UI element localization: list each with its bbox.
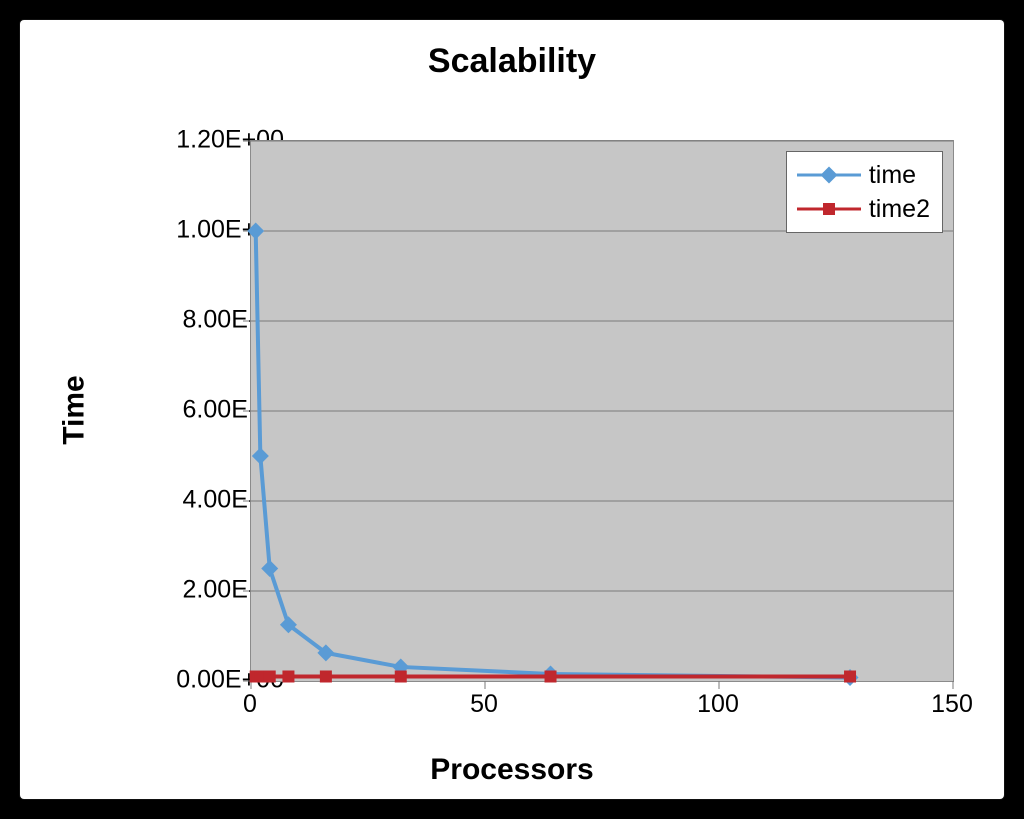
legend-item-time: time [797,158,930,192]
legend: time time2 [786,151,943,233]
legend-item-time2: time2 [797,192,930,226]
x-tick-label: 50 [470,690,498,719]
x-tick-label: 100 [697,690,739,719]
legend-label-time2: time2 [869,195,930,224]
chart-title: Scalability [20,42,1004,81]
plot-area: time time2 [250,140,954,682]
x-tick-label: 150 [931,690,973,719]
chart-frame: Scalability Time Processors 0.00E+002.00… [20,20,1004,799]
legend-label-time: time [869,161,916,190]
x-tick-label: 0 [243,690,257,719]
x-axis-title: Processors [20,753,1004,787]
legend-swatch-time [797,163,861,187]
legend-swatch-time2 [797,197,861,221]
